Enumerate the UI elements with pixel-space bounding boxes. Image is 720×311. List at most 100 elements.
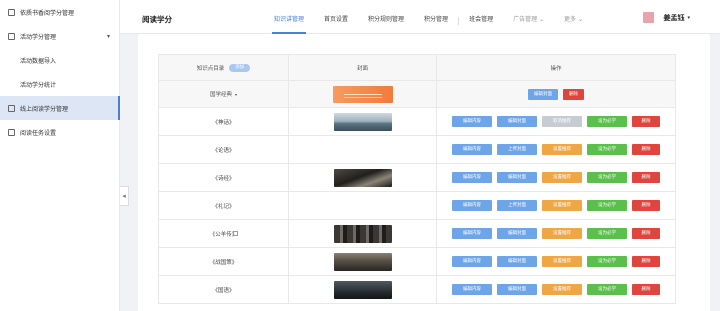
name-cell: 《战国策》 — [159, 248, 289, 275]
delete-button[interactable]: 删除 — [632, 200, 660, 211]
chevron-down-icon: ⌄ — [539, 16, 545, 23]
edit-cover-button[interactable]: 编辑封面 — [497, 172, 537, 183]
book-title: 《神话》 — [212, 119, 235, 126]
edit-cover-button[interactable]: 编辑封面 — [497, 256, 537, 267]
chevron-left-icon: ◂ — [122, 192, 126, 200]
category-actions: 编辑封面 删除 — [437, 81, 675, 107]
tab-home-settings[interactable]: 首页设置 — [314, 0, 358, 34]
edit-content-button[interactable]: 编辑内容 — [452, 256, 492, 267]
set-required-button[interactable]: 设为必学 — [587, 200, 627, 211]
add-catalog-button[interactable]: 添加 — [229, 63, 251, 72]
upload-cover-button[interactable]: 上传封面 — [497, 200, 537, 211]
set-recommend-button[interactable]: 设置推荐 — [542, 200, 582, 211]
set-required-button[interactable]: 设为必学 — [587, 228, 627, 239]
header-cell-catalog: 知识点目录 添加 — [159, 55, 289, 80]
cover-image — [333, 112, 392, 131]
app: 依质书香阅学分管理 活动学分管理 ▾ 活动数据导入 活动学分统计 线上阅读学分管… — [0, 0, 720, 311]
cover-image — [333, 224, 392, 243]
header: 阅读学分 知识讲管理 首页设置 积分规则管理 积分管理 班会管理 广告管理 ⌄ … — [120, 0, 720, 34]
header-cell-cover: 封面 — [289, 55, 437, 80]
name-cell: 《神话》 — [159, 108, 289, 135]
delete-button[interactable]: 删除 — [632, 116, 660, 127]
category-cover-image — [332, 85, 393, 103]
cover-cell — [289, 276, 437, 303]
sidebar-item-reading-tasks[interactable]: 阅读任务设置 — [0, 120, 120, 144]
top-nav: 知识讲管理 首页设置 积分规则管理 积分管理 班会管理 广告管理 ⌄ 更多 ⌄ — [264, 0, 593, 34]
edit-icon[interactable] — [233, 231, 238, 236]
set-required-button[interactable]: 设为必学 — [587, 116, 627, 127]
upload-cover-button[interactable]: 上传封面 — [497, 144, 537, 155]
content-panel: 知识点目录 添加 封面 操作 国学经典 ▾ 编辑封面 删除 《神话》 编辑内容 … — [138, 34, 710, 311]
name-cell: 《公羊传》 — [159, 220, 289, 247]
actions-cell: 编辑内容 编辑封面 设置推荐 设为必学 删除 — [437, 248, 675, 275]
sidebar-item-online-reading[interactable]: 线上阅读学分管理 — [0, 96, 120, 120]
book-title: 《国语》 — [212, 287, 235, 294]
page-title: 阅读学分 — [142, 15, 172, 24]
delete-button[interactable]: 删除 — [563, 88, 584, 100]
sidebar-item-label: 活动学分统计 — [20, 81, 57, 89]
set-recommend-button[interactable]: 设置推荐 — [542, 256, 582, 267]
edit-content-button[interactable]: 编辑内容 — [452, 200, 492, 211]
avatar — [643, 12, 655, 23]
edit-content-button[interactable]: 编辑内容 — [452, 172, 492, 183]
sidebar-item-label: 阅读任务设置 — [20, 129, 57, 137]
tab-points-rules[interactable]: 积分规则管理 — [358, 0, 414, 34]
user-name: 姜孟钰 — [663, 13, 685, 22]
sidebar-collapse-button[interactable]: ◂ — [120, 186, 129, 206]
name-cell: 《诗经》 — [159, 164, 289, 191]
sidebar-item-activity-credits[interactable]: 活动学分管理 ▾ — [0, 24, 120, 48]
edit-content-button[interactable]: 编辑内容 — [452, 228, 492, 239]
category-select[interactable]: 国学经典 ▾ — [210, 90, 237, 98]
tab-label: 广告管理 — [513, 16, 538, 23]
sidebar-item-shuxiang[interactable]: 依质书香阅学分管理 — [0, 0, 120, 24]
set-recommend-button[interactable]: 设置推荐 — [542, 172, 582, 183]
actions-cell: 编辑内容 上传封面 设置推荐 设为必学 删除 — [437, 136, 675, 163]
set-recommend-button[interactable]: 设置推荐 — [542, 228, 582, 239]
chevron-down-icon: ▾ — [106, 33, 110, 40]
sidebar-item-label: 活动学分管理 — [20, 33, 57, 41]
edit-content-button[interactable]: 编辑内容 — [452, 144, 492, 155]
cover-cell — [289, 164, 437, 191]
set-required-button[interactable]: 设为必学 — [587, 172, 627, 183]
edit-cover-button[interactable]: 编辑封面 — [497, 116, 537, 127]
actions-cell: 编辑内容 编辑封面 取消推荐 设为必学 删除 — [437, 108, 675, 135]
delete-button[interactable]: 删除 — [632, 172, 660, 183]
delete-button[interactable]: 删除 — [632, 144, 660, 155]
edit-content-button[interactable]: 编辑内容 — [452, 116, 492, 127]
tab-points[interactable]: 积分管理 — [414, 0, 458, 34]
set-required-button[interactable]: 设为必学 — [587, 144, 627, 155]
sidebar-item-label: 活动数据导入 — [20, 57, 57, 65]
edit-cover-button[interactable]: 编辑封面 — [497, 284, 537, 295]
delete-button[interactable]: 删除 — [632, 228, 660, 239]
sidebar-item-label: 依质书香阅学分管理 — [20, 9, 75, 17]
edit-cover-button[interactable]: 编辑封面 — [528, 88, 558, 100]
user-menu[interactable]: 姜孟钰 ▾ — [643, 12, 690, 23]
set-required-button[interactable]: 设为必学 — [587, 284, 627, 295]
sidebar-item-import[interactable]: 活动数据导入 — [0, 48, 120, 72]
set-recommend-button[interactable]: 设置推荐 — [542, 284, 582, 295]
cover-cell — [289, 108, 437, 135]
sidebar-item-statistics[interactable]: 活动学分统计 — [0, 72, 120, 96]
actions-cell: 编辑内容 编辑封面 设置推荐 设为必学 删除 — [437, 164, 675, 191]
chevron-down-icon: ▾ — [235, 92, 238, 97]
tab-ads[interactable]: 广告管理 ⌄ — [503, 0, 554, 34]
actions-cell: 编辑内容 上传封面 设置推荐 设为必学 删除 — [437, 192, 675, 219]
table-row: 《国语》 编辑内容 编辑封面 设置推荐 设为必学 删除 — [159, 276, 675, 304]
tab-more[interactable]: 更多 ⌄ — [554, 0, 593, 34]
set-recommend-button[interactable]: 设置推荐 — [542, 144, 582, 155]
cancel-recommend-button[interactable]: 取消推荐 — [542, 116, 582, 127]
delete-button[interactable]: 删除 — [632, 256, 660, 267]
cover-cell — [289, 248, 437, 275]
tab-knowledge[interactable]: 知识讲管理 — [264, 0, 314, 34]
grid-icon — [8, 32, 15, 40]
name-cell: 《礼记》 — [159, 192, 289, 219]
tab-class[interactable]: 班会管理 — [459, 0, 503, 34]
chevron-down-icon: ⌄ — [577, 16, 584, 23]
edit-content-button[interactable]: 编辑内容 — [452, 284, 492, 295]
cover-image — [333, 168, 392, 187]
set-required-button[interactable]: 设为必学 — [587, 256, 627, 267]
cover-cell — [289, 136, 437, 163]
delete-button[interactable]: 删除 — [632, 284, 660, 295]
column-header: 知识点目录 — [196, 65, 225, 72]
edit-cover-button[interactable]: 编辑封面 — [497, 228, 537, 239]
